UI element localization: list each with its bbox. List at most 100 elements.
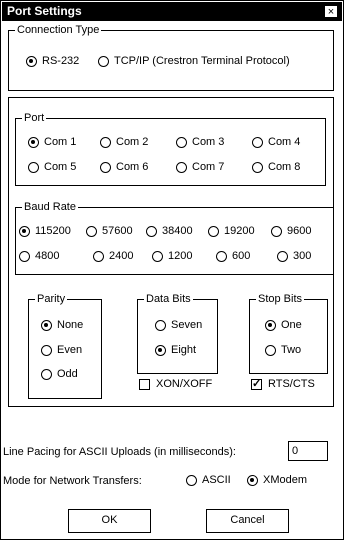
line-pacing-input[interactable]: [288, 441, 328, 461]
radio-com2[interactable]: Com 2: [100, 136, 148, 148]
radio-indicator[interactable]: [176, 161, 187, 173]
radio-baud-600[interactable]: 600: [216, 250, 250, 262]
radio-indicator[interactable]: [86, 225, 97, 237]
radio-indicator[interactable]: [155, 319, 166, 331]
radio-com8-label: Com 8: [268, 161, 301, 173]
radio-baud-label: 38400: [162, 225, 193, 237]
radio-indicator[interactable]: [19, 225, 30, 237]
radio-tcpip[interactable]: TCP/IP (Crestron Terminal Protocol): [98, 55, 290, 67]
radio-baud-2400[interactable]: 2400: [93, 250, 133, 262]
radio-indicator[interactable]: [247, 474, 258, 486]
radio-mode-ascii[interactable]: ASCII: [186, 474, 231, 486]
radio-baud-label: 19200: [224, 225, 255, 237]
radio-baud-label: 4800: [35, 250, 60, 262]
radio-stopbits-one[interactable]: One: [265, 319, 302, 331]
data-bits-group: Data Bits Seven Eight: [137, 292, 218, 374]
radio-parity-none[interactable]: None: [41, 319, 83, 331]
ok-button[interactable]: OK: [68, 509, 151, 533]
checkbox-indicator[interactable]: [139, 378, 150, 390]
radio-rs232[interactable]: RS-232: [26, 55, 79, 67]
parity-group: Parity None Even Odd: [28, 292, 102, 399]
radio-com4[interactable]: Com 4: [252, 136, 300, 148]
radio-indicator[interactable]: [98, 55, 109, 67]
rts-cts-label: RTS/CTS: [268, 378, 315, 390]
radio-indicator[interactable]: [19, 250, 30, 262]
xon-xoff-label: XON/XOFF: [156, 378, 213, 390]
radio-baud-38400[interactable]: 38400: [146, 225, 193, 237]
radio-baud-label: 300: [293, 250, 312, 262]
radio-tcpip-label: TCP/IP (Crestron Terminal Protocol): [114, 55, 290, 67]
radio-baud-label: 9600: [287, 225, 312, 237]
radio-indicator[interactable]: [265, 319, 276, 331]
radio-databits-eight[interactable]: Eight: [155, 344, 196, 356]
radio-indicator[interactable]: [28, 161, 39, 173]
radio-stopbits-two[interactable]: Two: [265, 344, 301, 356]
port-group: Port Com 1 Com 2 Com 3 Com 4 Com 5 Com 6…: [15, 111, 326, 186]
radio-indicator[interactable]: [26, 55, 37, 67]
port-settings-dialog: Port Settings × Connection Type RS-232 T…: [0, 0, 344, 540]
radio-mode-label: ASCII: [202, 474, 231, 486]
radio-indicator[interactable]: [216, 250, 227, 262]
radio-indicator[interactable]: [176, 136, 187, 148]
radio-indicator[interactable]: [271, 225, 282, 237]
data-bits-legend: Data Bits: [144, 292, 193, 306]
radio-baud-300[interactable]: 300: [277, 250, 311, 262]
radio-indicator[interactable]: [41, 344, 52, 356]
radio-com7[interactable]: Com 7: [176, 161, 224, 173]
radio-indicator[interactable]: [41, 368, 52, 380]
dialog-title: Port Settings: [7, 4, 82, 18]
parity-legend: Parity: [35, 292, 68, 306]
radio-indicator[interactable]: [265, 344, 276, 356]
radio-baud-label: 115200: [35, 225, 71, 237]
rts-cts-checkbox[interactable]: RTS/CTS: [251, 377, 315, 390]
radio-indicator[interactable]: [277, 250, 288, 262]
xon-xoff-checkbox[interactable]: XON/XOFF: [139, 378, 212, 390]
radio-indicator[interactable]: [28, 136, 39, 148]
connection-type-legend: Connection Type: [15, 23, 102, 37]
radio-indicator[interactable]: [186, 474, 197, 486]
baud-rate-group: Baud Rate 115200 57600 38400 19200 9600 …: [15, 200, 334, 275]
radio-indicator[interactable]: [100, 136, 111, 148]
radio-databits-label: Seven: [171, 319, 203, 331]
radio-com8[interactable]: Com 8: [252, 161, 300, 173]
radio-com6[interactable]: Com 6: [100, 161, 148, 173]
baud-rate-legend: Baud Rate: [22, 200, 78, 214]
radio-baud-19200[interactable]: 19200: [208, 225, 255, 237]
radio-indicator[interactable]: [100, 161, 111, 173]
radio-indicator[interactable]: [252, 161, 263, 173]
radio-indicator[interactable]: [208, 225, 219, 237]
radio-databits-label: Eight: [171, 344, 197, 356]
radio-parity-odd[interactable]: Odd: [41, 368, 78, 380]
radio-indicator[interactable]: [152, 250, 163, 262]
radio-parity-even[interactable]: Even: [41, 344, 82, 356]
radio-indicator[interactable]: [41, 319, 52, 331]
radio-baud-1200[interactable]: 1200: [152, 250, 192, 262]
radio-com3[interactable]: Com 3: [176, 136, 224, 148]
radio-com6-label: Com 6: [116, 161, 149, 173]
radio-com1[interactable]: Com 1: [28, 136, 76, 148]
close-icon[interactable]: ×: [324, 5, 338, 18]
radio-databits-seven[interactable]: Seven: [155, 319, 202, 331]
radio-com2-label: Com 2: [116, 136, 149, 148]
radio-com5-label: Com 5: [44, 161, 77, 173]
radio-baud-4800[interactable]: 4800: [19, 250, 59, 262]
radio-stopbits-label: Two: [281, 344, 302, 356]
radio-baud-label: 1200: [168, 250, 193, 262]
radio-baud-label: 600: [232, 250, 251, 262]
radio-parity-label: Odd: [57, 368, 78, 380]
radio-indicator[interactable]: [252, 136, 263, 148]
ok-button-label: OK: [101, 514, 118, 526]
radio-indicator[interactable]: [155, 344, 166, 356]
radio-baud-115200[interactable]: 115200: [19, 225, 71, 237]
radio-indicator[interactable]: [93, 250, 104, 262]
checkbox-indicator[interactable]: [251, 377, 262, 390]
radio-com5[interactable]: Com 5: [28, 161, 76, 173]
radio-mode-xmodem[interactable]: XModem: [247, 474, 307, 486]
radio-mode-label: XModem: [263, 474, 308, 486]
cancel-button[interactable]: Cancel: [206, 509, 289, 533]
radio-indicator[interactable]: [146, 225, 157, 237]
title-bar[interactable]: Port Settings ×: [2, 2, 342, 21]
radio-baud-9600[interactable]: 9600: [271, 225, 311, 237]
radio-baud-57600[interactable]: 57600: [86, 225, 133, 237]
stop-bits-legend: Stop Bits: [256, 292, 305, 306]
